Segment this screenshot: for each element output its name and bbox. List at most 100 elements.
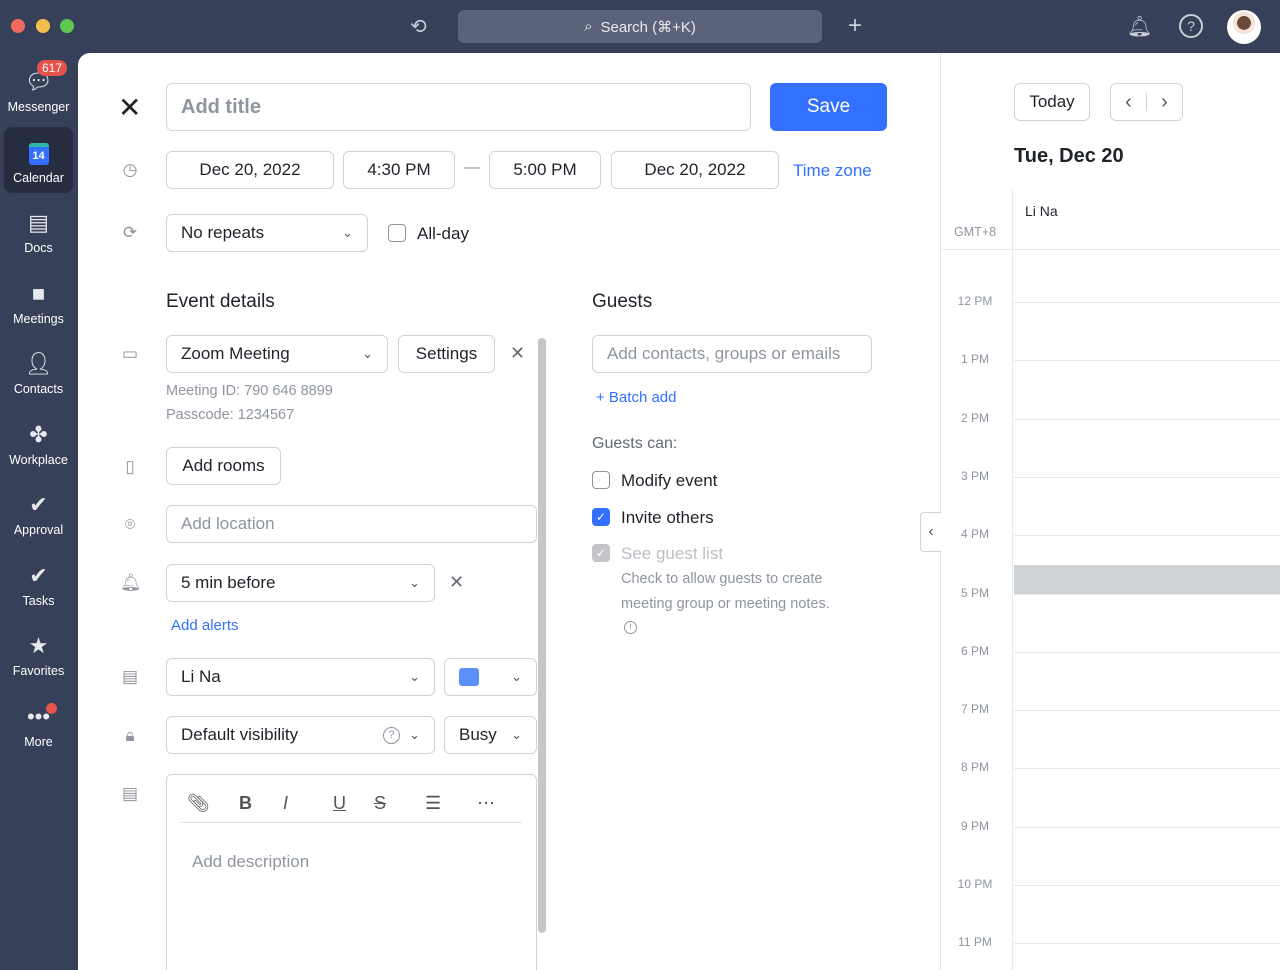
- time-zone-link[interactable]: Time zone: [793, 161, 872, 181]
- lock-icon: 🔒︎: [120, 726, 140, 746]
- add-rooms-button[interactable]: Add rooms: [166, 447, 281, 485]
- see-guest-list-checkbox: ✓: [592, 544, 610, 562]
- event-block[interactable]: [1014, 565, 1280, 594]
- alert-dropdown[interactable]: 5 min before⌄: [166, 564, 435, 602]
- underline-icon[interactable]: U: [333, 793, 346, 814]
- attach-icon[interactable]: 📎︎: [187, 793, 210, 814]
- search-icon: ⌕: [584, 18, 592, 35]
- chevron-down-icon: ⌄: [409, 727, 420, 743]
- all-day-checkbox[interactable]: [388, 224, 406, 242]
- add-alerts-link[interactable]: Add alerts: [171, 617, 239, 634]
- approval-icon: ✔: [29, 493, 47, 517]
- event-editor: ✕ Add title Save ◷ Dec 20, 2022 4:30 PM …: [78, 53, 1280, 970]
- help-icon: ?: [383, 727, 400, 744]
- color-dropdown[interactable]: ⌄: [444, 658, 537, 696]
- sidebar-item-calendar[interactable]: 14Calendar: [4, 127, 73, 193]
- room-icon: ▯: [120, 457, 140, 477]
- remove-alert-icon[interactable]: ✕: [449, 572, 464, 593]
- close-window-button[interactable]: [11, 19, 25, 33]
- scrollbar[interactable]: [538, 338, 546, 933]
- hour-label: 3 PM: [940, 469, 1010, 483]
- date-nav: ‹›: [1110, 83, 1183, 121]
- info-icon[interactable]: !: [624, 621, 637, 634]
- chevron-down-icon: ⌄: [511, 669, 522, 685]
- maximize-window-button[interactable]: [60, 19, 74, 33]
- next-icon[interactable]: ›: [1147, 91, 1182, 114]
- sidebar-item-favorites[interactable]: ★Favorites: [4, 620, 73, 686]
- start-time-field[interactable]: 4:30 PM: [343, 151, 455, 189]
- search-bar[interactable]: ⌕Search (⌘+K): [458, 10, 822, 43]
- notification-icon[interactable]: 🔔︎: [1127, 14, 1152, 39]
- calendar-dropdown[interactable]: Li Na⌄: [166, 658, 435, 696]
- star-icon: ★: [29, 634, 49, 658]
- unread-badge: 617: [37, 60, 67, 76]
- sidebar-item-approval[interactable]: ✔Approval: [4, 479, 73, 545]
- end-time-field[interactable]: 5:00 PM: [489, 151, 601, 189]
- add-icon[interactable]: +: [848, 12, 862, 40]
- today-button[interactable]: Today: [1014, 83, 1090, 121]
- bold-icon[interactable]: B: [239, 793, 252, 814]
- collapse-panel-button[interactable]: ‹: [920, 512, 941, 552]
- minimize-window-button[interactable]: [36, 19, 50, 33]
- save-button[interactable]: Save: [770, 83, 887, 131]
- see-guest-list-label: See guest list: [621, 544, 723, 564]
- busy-dropdown[interactable]: Busy⌄: [444, 716, 537, 754]
- sidebar-item-label: Messenger: [8, 100, 70, 114]
- hour-label: 4 PM: [940, 527, 1010, 541]
- help-icon[interactable]: ?: [1179, 14, 1203, 38]
- meeting-settings-button[interactable]: Settings: [398, 335, 495, 373]
- remove-meeting-icon[interactable]: ✕: [510, 343, 525, 364]
- hour-line: [1014, 710, 1280, 711]
- more-icon[interactable]: ⋯: [477, 793, 495, 814]
- passcode: Passcode: 1234567: [166, 407, 294, 423]
- italic-icon[interactable]: I: [283, 793, 288, 814]
- hour-line: [1014, 477, 1280, 478]
- sidebar-item-label: Docs: [24, 241, 52, 255]
- sidebar-item-label: Meetings: [13, 312, 64, 326]
- modify-event-checkbox[interactable]: [592, 471, 610, 489]
- sidebar-item-workplace[interactable]: ✤Workplace: [4, 409, 73, 475]
- prev-icon[interactable]: ‹: [1111, 91, 1146, 114]
- video-icon: ■: [32, 282, 45, 306]
- bullet-list-icon[interactable]: ☰: [425, 793, 441, 814]
- strikethrough-icon[interactable]: S: [374, 793, 386, 814]
- repeat-dropdown[interactable]: No repeats⌄: [166, 214, 368, 252]
- history-icon[interactable]: ⟲: [410, 14, 427, 39]
- close-icon[interactable]: ✕: [118, 91, 141, 124]
- meeting-type-dropdown[interactable]: Zoom Meeting⌄: [166, 335, 388, 373]
- guests-input[interactable]: Add contacts, groups or emails: [592, 335, 872, 373]
- visibility-dropdown[interactable]: Default visibility?⌄: [166, 716, 435, 754]
- timezone-label: GMT+8: [954, 225, 996, 239]
- chevron-down-icon: ⌄: [409, 669, 420, 685]
- sidebar-item-messenger[interactable]: 💬︎617Messenger: [4, 56, 73, 122]
- end-date-field[interactable]: Dec 20, 2022: [611, 151, 779, 189]
- invite-others-checkbox[interactable]: ✓: [592, 508, 610, 526]
- title-input[interactable]: Add title: [166, 83, 751, 131]
- location-icon: ⌾: [120, 515, 140, 535]
- sidebar-item-more[interactable]: •••More: [4, 691, 73, 757]
- location-input[interactable]: Add location: [166, 505, 537, 543]
- docs-icon: ▤: [28, 211, 49, 235]
- meeting-id: Meeting ID: 790 646 8899: [166, 383, 333, 399]
- hour-label: 10 PM: [940, 877, 1010, 891]
- hour-label: 5 PM: [940, 586, 1010, 600]
- repeat-icon: ⟳: [120, 223, 140, 243]
- notification-dot: [46, 703, 57, 714]
- hour-line: [1014, 885, 1280, 886]
- sidebar-item-meetings[interactable]: ■ Meetings: [4, 268, 73, 334]
- calendar-icon: 14: [29, 143, 49, 165]
- description-editor[interactable]: 📎︎ B I U S ☰ ⋯ Add description: [166, 774, 537, 970]
- start-date-field[interactable]: Dec 20, 2022: [166, 151, 334, 189]
- sidebar-item-contacts[interactable]: 👤︎Contacts: [4, 338, 73, 404]
- hour-line: [1014, 302, 1280, 303]
- sidebar-item-docs[interactable]: ▤ Docs: [4, 197, 73, 263]
- hour-line: [1014, 827, 1280, 828]
- sidebar-item-label: Workplace: [9, 453, 68, 467]
- sidebar-item-tasks[interactable]: ✔Tasks: [4, 550, 73, 616]
- avatar[interactable]: [1227, 10, 1261, 44]
- description-input[interactable]: Add description: [192, 852, 309, 872]
- hour-label: 6 PM: [940, 644, 1010, 658]
- guest-hint: meeting group or meeting notes.: [621, 596, 830, 612]
- hour-line: [1014, 360, 1280, 361]
- batch-add-link[interactable]: + Batch add: [596, 389, 676, 406]
